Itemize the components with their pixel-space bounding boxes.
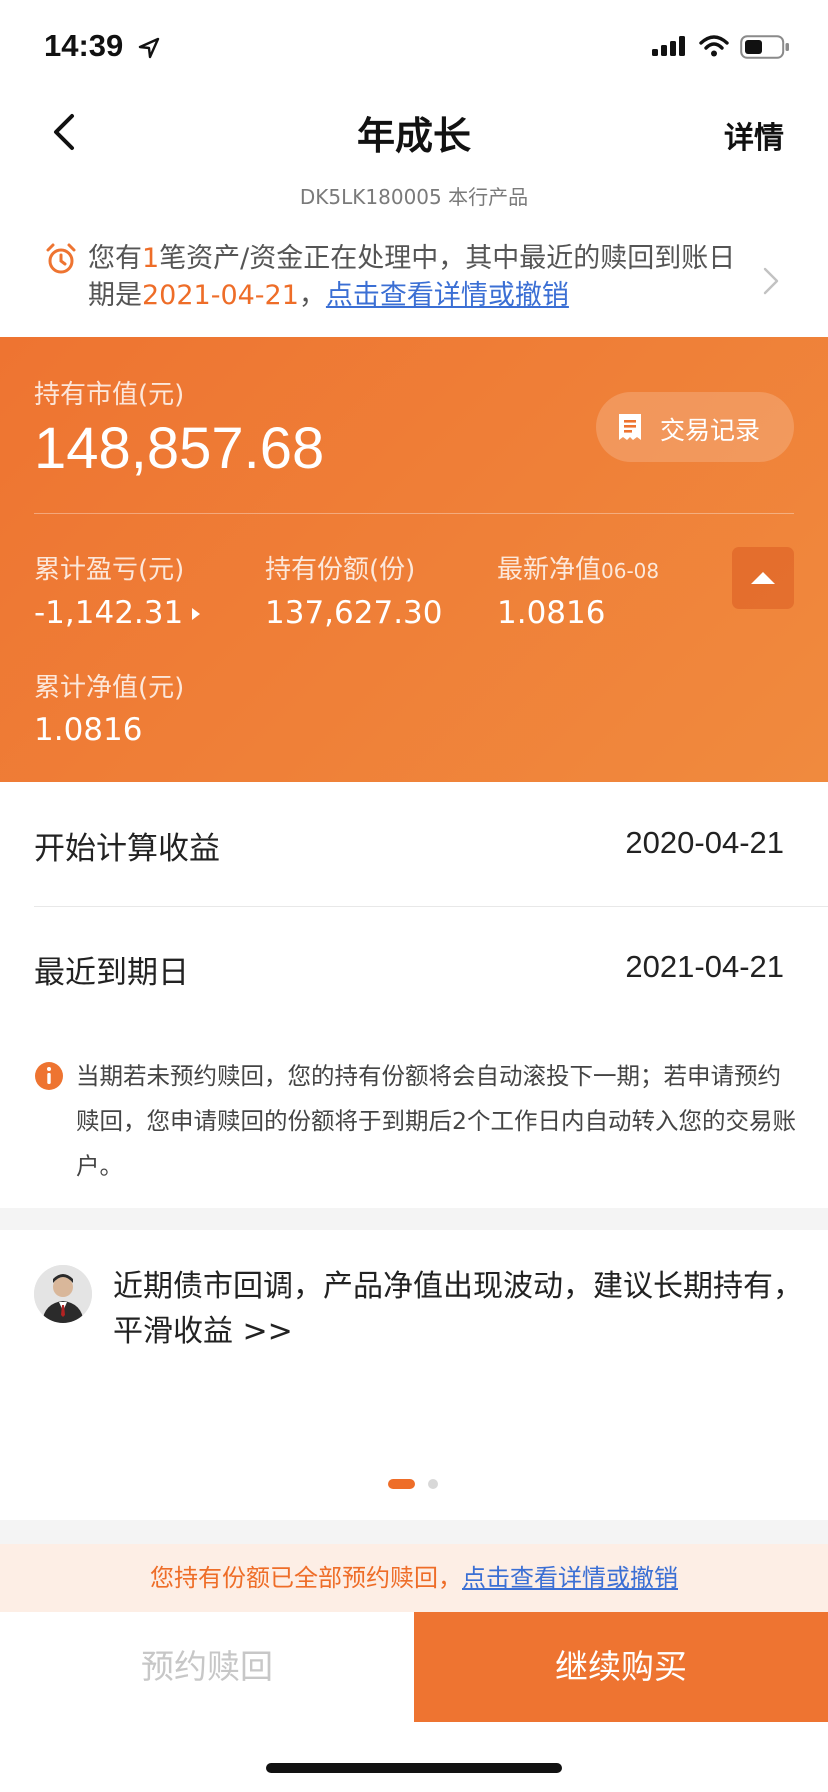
caret-right-icon	[192, 608, 200, 620]
profit-loss-label: 累计盈亏(元)	[34, 555, 185, 585]
advisor-avatar-image	[34, 1265, 92, 1323]
maturity-date: 2021-04-21	[625, 949, 784, 984]
signal-icon	[652, 36, 685, 56]
wifi-icon	[699, 35, 729, 57]
continue-buy-button[interactable]: 继续购买	[414, 1612, 828, 1722]
holding-shares-label: 持有份额(份)	[265, 555, 416, 585]
chevron-right-icon	[763, 267, 779, 295]
market-value: 148,857.68	[34, 416, 325, 481]
advice-text[interactable]: 近期债市回调，产品净值出现波动，建议长期持有，平滑收益 >>	[113, 1264, 803, 1354]
latest-nav-value: 1.0816	[497, 595, 606, 631]
income-start-date: 2020-04-21	[625, 825, 784, 860]
alarm-clock-icon	[46, 243, 76, 274]
collapse-button[interactable]	[732, 547, 794, 609]
transaction-record-button[interactable]: 交易记录	[596, 392, 794, 462]
page-title: 年成长	[356, 114, 471, 158]
info-icon	[35, 1062, 63, 1090]
battery-icon	[740, 35, 789, 59]
notice-text-3: ，	[298, 280, 326, 311]
income-start-label: 开始计算收益	[34, 831, 220, 867]
caret-up-icon	[751, 572, 775, 584]
notice-date: 2021-04-21	[142, 280, 299, 311]
maturity-date-label: 最近到期日	[34, 955, 189, 991]
reserve-redeem-button[interactable]: 预约赎回	[0, 1612, 414, 1722]
advisor-avatar	[34, 1265, 92, 1323]
notice-text-1: 您有	[88, 243, 142, 274]
redemption-banner: 您持有份额已全部预约赎回，点击查看详情或撤销	[0, 1544, 828, 1612]
redemption-banner-text: 您持有份额已全部预约赎回，	[150, 1564, 462, 1592]
holding-shares-value: 137,627.30	[265, 595, 443, 631]
market-value-label: 持有市值(元)	[34, 380, 185, 410]
rollover-tip-text: 当期若未预约赎回，您的持有份额将会自动滚投下一期；若申请预约赎回，您申请赎回的份…	[76, 1062, 796, 1180]
location-arrow-icon	[138, 37, 160, 59]
cumulative-nav-label: 累计净值(元)	[34, 673, 185, 703]
processing-notice-text: 您有1笔资产/资金正在处理中，其中最近的赎回到账日期是2021-04-21，点击…	[88, 240, 748, 314]
home-indicator[interactable]	[266, 1763, 562, 1773]
detail-button[interactable]: 详情	[724, 113, 784, 157]
carousel-dot[interactable]	[428, 1479, 438, 1489]
transaction-record-label: 交易记录	[660, 416, 761, 445]
redemption-detail-link[interactable]: 点击查看详情或撤销	[462, 1564, 678, 1592]
card-divider	[34, 513, 794, 514]
product-code: DK5LK180005 本行产品	[299, 185, 529, 209]
carousel-dot-active[interactable]	[388, 1479, 415, 1489]
cumulative-nav-value: 1.0816	[34, 712, 143, 748]
receipt-icon	[619, 414, 641, 440]
holdings-card: 持有市值(元) 148,857.68 交易记录 累计盈亏(元) -1,142.3…	[0, 337, 828, 782]
latest-nav-date: 06-08	[601, 559, 660, 583]
row-divider	[34, 906, 828, 907]
notice-detail-link[interactable]: 点击查看详情或撤销	[326, 280, 569, 311]
notice-count: 1	[142, 243, 160, 274]
profit-loss-value[interactable]: -1,142.31	[34, 595, 183, 631]
status-time: 14:39	[44, 28, 124, 63]
latest-nav-label: 最新净值06-08	[497, 549, 659, 586]
section-separator	[0, 1208, 828, 1230]
section-separator	[0, 1520, 828, 1544]
latest-nav-label-text: 最新净值	[497, 555, 602, 585]
